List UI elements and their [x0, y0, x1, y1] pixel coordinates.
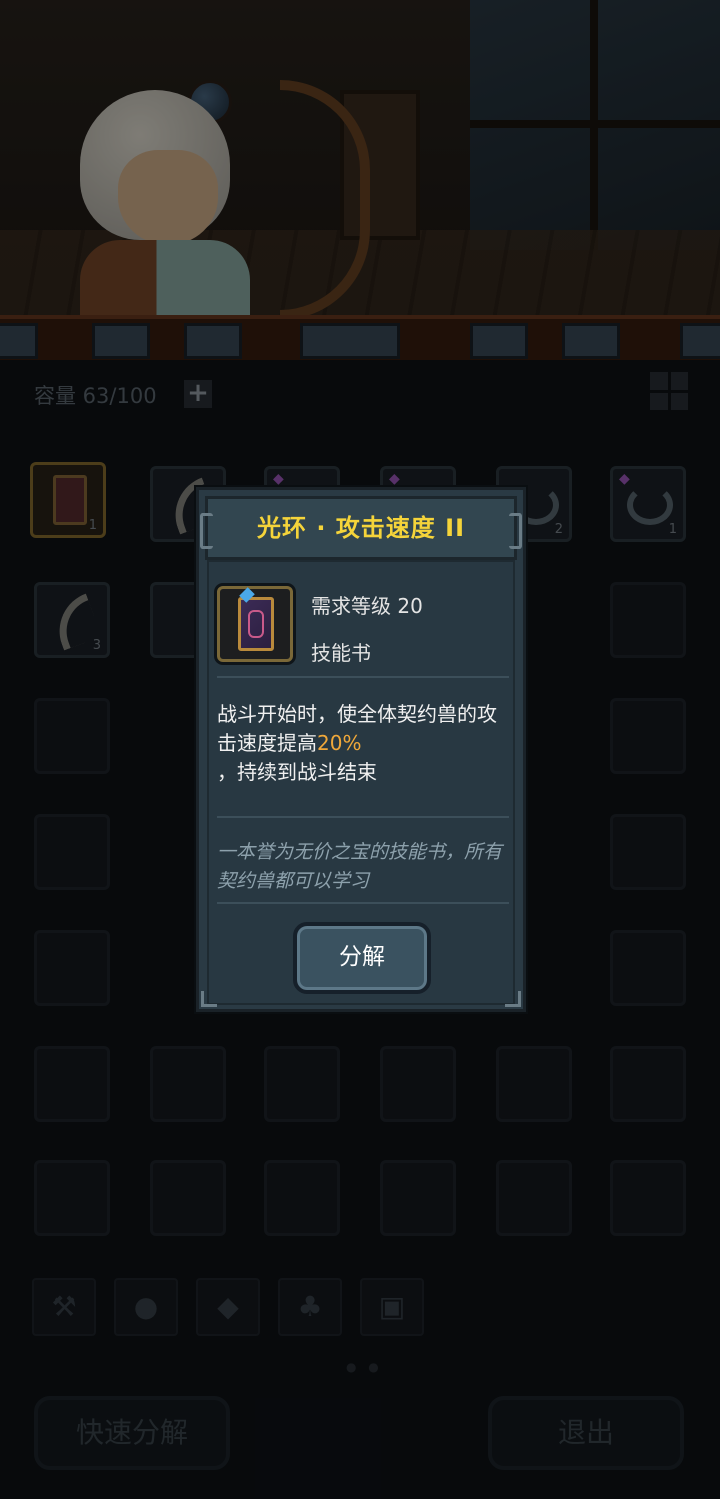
frame-corner: [505, 991, 521, 1007]
required-level: 需求等级 20: [311, 594, 423, 618]
skill-book-icon: [217, 586, 293, 662]
divider: [217, 902, 509, 904]
divider: [217, 676, 509, 678]
item-detail-modal: 光环 · 攻击速度 II 需求等级 20 技能书 战斗开始时，使全体契约兽的攻击…: [196, 487, 526, 1012]
description-highlight: 20%: [317, 731, 362, 755]
item-category: 技能书: [311, 641, 371, 665]
modal-header: 光环 · 攻击速度 II: [200, 496, 522, 560]
divider: [217, 816, 509, 818]
modal-body: 需求等级 20 技能书 战斗开始时，使全体契约兽的攻击速度提高20% ，持续到战斗…: [207, 560, 515, 1005]
frame-corner: [201, 991, 217, 1007]
flavor-text: 一本誉为无价之宝的技能书，所有契约兽都可以学习: [217, 841, 503, 892]
item-description: 战斗开始时，使全体契约兽的攻击速度提高20% ，持续到战斗结束: [217, 702, 497, 784]
modal-title: 光环 · 攻击速度 II: [256, 514, 466, 542]
dismantle-button[interactable]: 分解: [293, 922, 431, 994]
